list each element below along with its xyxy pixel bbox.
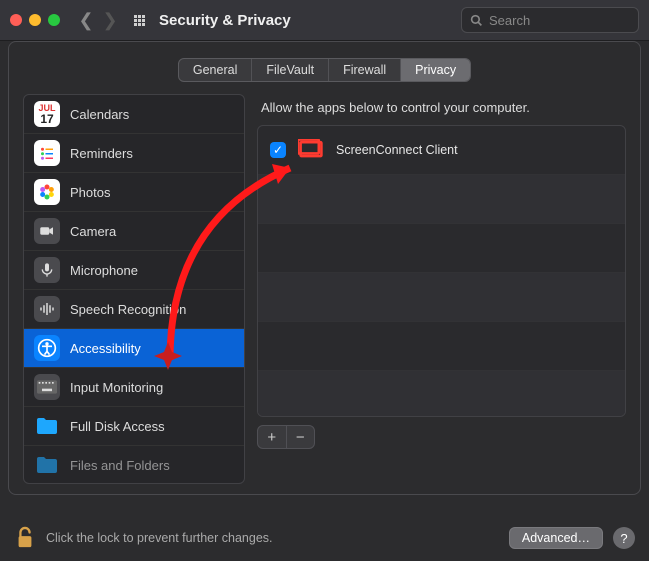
calendars-icon: JUL17 [34,101,60,127]
checkbox-screenconnect[interactable]: ✓ [270,142,286,158]
show-all-prefs-icon[interactable] [134,15,145,26]
sidebar-item-label: Accessibility [70,341,141,356]
search-icon [470,14,483,27]
sidebar-item-calendars[interactable]: JUL17 Calendars [24,95,244,134]
tabbar: General FileVault Firewall Privacy [9,58,640,82]
add-app-button[interactable]: + [258,426,287,448]
right-pane-heading: Allow the apps below to control your com… [261,100,622,115]
sidebar-item-label: Speech Recognition [70,302,186,317]
sidebar-item-label: Photos [70,185,110,200]
sidebar-item-microphone[interactable]: Microphone [24,251,244,290]
sidebar-item-label: Calendars [70,107,129,122]
photos-icon [34,179,60,205]
sidebar-item-label: Full Disk Access [70,419,165,434]
sidebar-item-label: Microphone [70,263,138,278]
folder-icon [34,413,60,439]
app-row-empty: . [258,371,625,417]
folder-icon [34,452,60,478]
app-row-screenconnect[interactable]: ✓ ScreenConnect Client [258,126,625,175]
minimize-window[interactable] [29,14,41,26]
remove-app-button[interactable]: − [287,426,315,448]
sidebar-item-photos[interactable]: Photos [24,173,244,212]
sidebar-item-files-folders[interactable]: Files and Folders [24,446,244,484]
microphone-icon [34,257,60,283]
traffic-lights [10,14,60,26]
speech-icon [34,296,60,322]
sidebar-item-full-disk[interactable]: Full Disk Access [24,407,244,446]
sidebar-item-label: Files and Folders [70,458,170,473]
window-title: Security & Privacy [159,12,291,29]
sidebar-item-label: Reminders [70,146,133,161]
close-window[interactable] [10,14,22,26]
reminders-icon [34,140,60,166]
tab-general[interactable]: General [179,59,252,81]
add-remove-buttons: + − [257,425,315,449]
zoom-window[interactable] [48,14,60,26]
accessibility-icon [34,335,60,361]
nav-forward-button[interactable]: ❯ [100,10,120,30]
search-placeholder: Search [489,13,530,28]
sidebar-item-speech[interactable]: Speech Recognition [24,290,244,329]
tab-privacy[interactable]: Privacy [401,59,470,81]
nav-back-button[interactable]: ❮ [76,10,96,30]
window-toolbar: ❮ ❯ Security & Privacy Search [0,0,649,41]
search-field[interactable]: Search [461,7,639,33]
sidebar-item-reminders[interactable]: Reminders [24,134,244,173]
advanced-button[interactable]: Advanced… [509,527,603,549]
tab-firewall[interactable]: Firewall [329,59,401,81]
lock-icon[interactable] [14,525,36,551]
tab-filevault[interactable]: FileVault [252,59,329,81]
screenconnect-icon [298,139,324,161]
sidebar-item-camera[interactable]: Camera [24,212,244,251]
sidebar-item-accessibility[interactable]: Accessibility [24,329,244,368]
app-row-empty: . [258,322,625,371]
lock-text: Click the lock to prevent further change… [46,531,273,545]
app-label: ScreenConnect Client [336,143,458,157]
sidebar-item-label: Camera [70,224,116,239]
sidebar-item-input-monitoring[interactable]: Input Monitoring [24,368,244,407]
pane-frame: General FileVault Firewall Privacy JUL17… [8,41,641,495]
app-list: ✓ ScreenConnect Client . . . . . [257,125,626,417]
app-row-empty: . [258,273,625,322]
help-button[interactable]: ? [613,527,635,549]
keyboard-icon [34,374,60,400]
app-row-empty: . [258,175,625,224]
privacy-sidebar: JUL17 Calendars Reminders Photos Camera [23,94,245,484]
camera-icon [34,218,60,244]
sidebar-item-label: Input Monitoring [70,380,163,395]
app-row-empty: . [258,224,625,273]
